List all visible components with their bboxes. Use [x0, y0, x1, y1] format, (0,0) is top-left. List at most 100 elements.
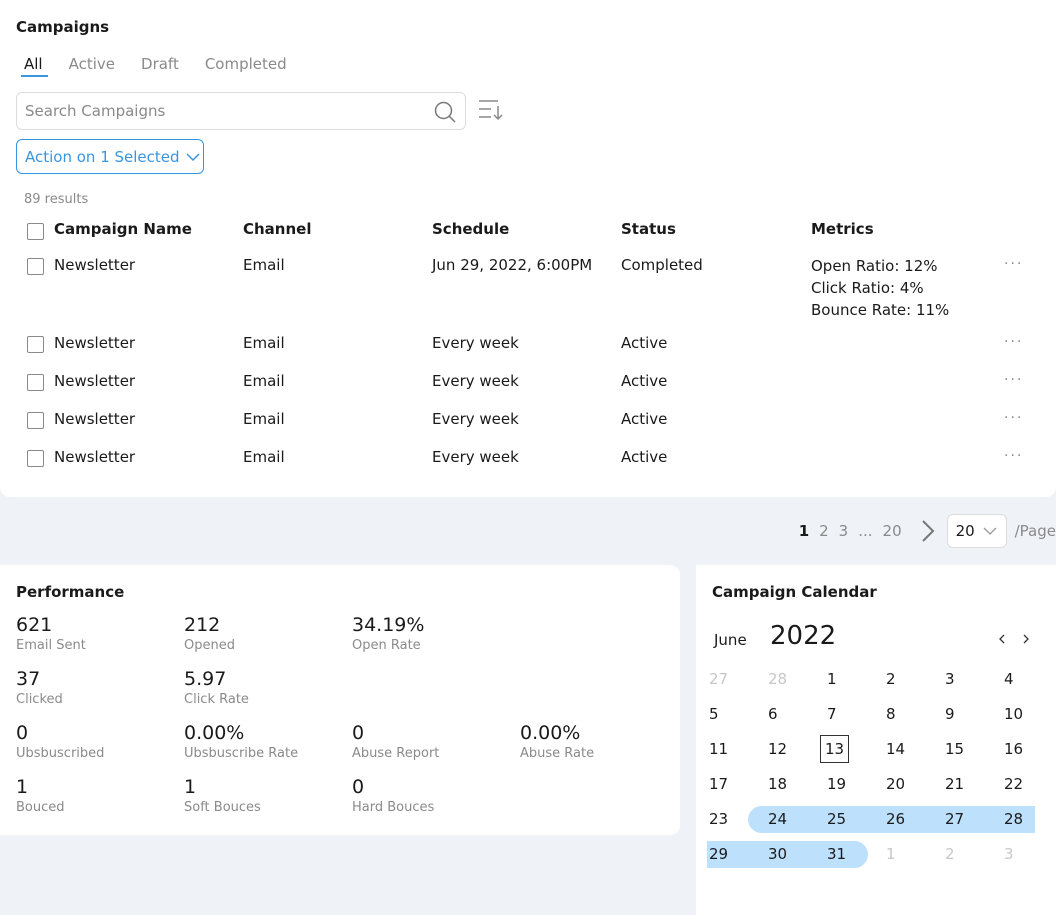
campaign-status: Active — [621, 448, 668, 466]
calendar-day[interactable]: 4 — [1004, 670, 1034, 688]
calendar-day[interactable]: 9 — [945, 705, 975, 723]
page-ellipsis[interactable]: ... — [858, 522, 872, 540]
select-all-checkbox[interactable] — [27, 223, 44, 240]
calendar-year[interactable]: 2022 — [770, 621, 836, 651]
calendar-day[interactable]: 28 — [1004, 810, 1034, 828]
header-channel[interactable]: Channel — [243, 220, 311, 238]
calendar-day[interactable]: 7 — [827, 705, 857, 723]
header-schedule[interactable]: Schedule — [432, 220, 509, 238]
bulk-action-dropdown[interactable]: Action on 1 Selected — [16, 139, 204, 174]
calendar-day[interactable]: 20 — [886, 775, 916, 793]
calendar-day[interactable]: 23 — [709, 810, 739, 828]
row-checkbox[interactable] — [27, 450, 44, 467]
campaigns-title: Campaigns — [16, 18, 110, 36]
prev-month-icon[interactable] — [996, 631, 1008, 647]
calendar-day[interactable]: 17 — [709, 775, 739, 793]
page-size-select[interactable]: 20 — [946, 514, 1007, 548]
calendar-day[interactable]: 14 — [886, 740, 916, 758]
page-3[interactable]: 3 — [839, 522, 849, 540]
campaign-channel: Email — [243, 256, 285, 274]
stat-label: Clicked — [16, 692, 63, 707]
calendar-day[interactable]: 6 — [768, 705, 798, 723]
tab-draft[interactable]: Draft — [135, 55, 185, 77]
more-options-icon[interactable]: ... — [1004, 252, 1023, 268]
calendar-day[interactable]: 10 — [1004, 705, 1034, 723]
calendar-day[interactable]: 18 — [768, 775, 798, 793]
page-1[interactable]: 1 — [799, 522, 809, 540]
calendar-day[interactable]: 11 — [709, 740, 739, 758]
stat-label: Open Rate — [352, 638, 421, 653]
performance-panel: Performance 621 Email Sent 212 Opened 34… — [0, 565, 680, 835]
calendar-day[interactable]: 31 — [827, 845, 857, 863]
stat-value: 5.97 — [184, 668, 227, 690]
stat-label: Opened — [184, 638, 235, 653]
table-header: Campaign Name Channel Schedule Status Me… — [24, 220, 1044, 244]
campaign-name[interactable]: Newsletter — [54, 256, 135, 274]
page-20[interactable]: 20 — [883, 522, 902, 540]
calendar-day[interactable]: 26 — [886, 810, 916, 828]
calendar-day[interactable]: 15 — [945, 740, 975, 758]
calendar-day[interactable]: 30 — [768, 845, 798, 863]
more-options-icon[interactable]: ... — [1004, 444, 1023, 460]
more-options-icon[interactable]: ... — [1004, 368, 1023, 384]
tab-all[interactable]: All — [16, 55, 49, 77]
stat-value: 0 — [352, 776, 365, 798]
calendar-day[interactable]: 5 — [709, 705, 739, 723]
header-status[interactable]: Status — [621, 220, 676, 238]
stat-label: Ubsbuscribe Rate — [184, 746, 299, 761]
search-icon[interactable] — [433, 100, 457, 124]
page-size-value: 20 — [955, 522, 975, 540]
stat-label: Email Sent — [16, 638, 86, 653]
tab-completed[interactable]: Completed — [199, 55, 293, 77]
sort-icon[interactable] — [478, 98, 504, 122]
calendar-day[interactable]: 27 — [709, 670, 739, 688]
row-checkbox[interactable] — [27, 258, 44, 275]
calendar-day[interactable]: 2 — [886, 670, 916, 688]
calendar-day[interactable]: 27 — [945, 810, 975, 828]
more-options-icon[interactable]: ... — [1004, 406, 1023, 422]
tab-active[interactable]: Active — [63, 55, 121, 77]
calendar-day[interactable]: 19 — [827, 775, 857, 793]
campaign-name[interactable]: Newsletter — [54, 334, 135, 352]
calendar-day[interactable]: 12 — [768, 740, 798, 758]
calendar-day[interactable]: 1 — [827, 670, 857, 688]
calendar-day[interactable]: 3 — [945, 670, 975, 688]
chevron-down-icon — [983, 527, 997, 535]
next-month-icon[interactable] — [1020, 631, 1032, 647]
stat-label: Abuse Report — [352, 746, 440, 761]
calendar-day[interactable]: 29 — [709, 845, 739, 863]
stat-value: 1 — [184, 776, 197, 798]
calendar-day[interactable]: 3 — [1004, 845, 1034, 863]
calendar-day[interactable]: 16 — [1004, 740, 1034, 758]
campaign-channel: Email — [243, 410, 285, 428]
calendar-day[interactable]: 1 — [886, 845, 916, 863]
calendar-month[interactable]: June — [714, 631, 747, 649]
next-page-icon[interactable] — [919, 519, 937, 543]
calendar-day[interactable]: 2 — [945, 845, 975, 863]
stat-soft-bounces: 1 Soft Bouces — [184, 775, 261, 817]
calendar-day[interactable]: 8 — [886, 705, 916, 723]
header-campaign-name[interactable]: Campaign Name — [54, 220, 192, 238]
more-options-icon[interactable]: ... — [1004, 330, 1023, 346]
row-checkbox[interactable] — [27, 374, 44, 391]
stat-value: 37 — [16, 668, 41, 690]
campaign-schedule: Every week — [432, 448, 519, 466]
campaign-status: Completed — [621, 256, 703, 274]
calendar-day[interactable]: 21 — [945, 775, 975, 793]
calendar-day[interactable]: 24 — [768, 810, 798, 828]
header-metrics[interactable]: Metrics — [811, 220, 874, 238]
calendar-day[interactable]: 22 — [1004, 775, 1034, 793]
search-input[interactable] — [17, 93, 417, 129]
campaign-name[interactable]: Newsletter — [54, 448, 135, 466]
calendar-day[interactable]: 25 — [827, 810, 857, 828]
row-checkbox[interactable] — [27, 336, 44, 353]
campaign-metrics: Open Ratio: 12% Click Ratio: 4% Bounce R… — [811, 255, 949, 321]
calendar-day[interactable]: 28 — [768, 670, 798, 688]
page-2[interactable]: 2 — [819, 522, 829, 540]
campaign-name[interactable]: Newsletter — [54, 410, 135, 428]
row-checkbox[interactable] — [27, 412, 44, 429]
bulk-action-label: Action on 1 Selected — [25, 147, 180, 166]
campaign-name[interactable]: Newsletter — [54, 372, 135, 390]
calendar-day-today[interactable]: 13 — [820, 735, 849, 763]
stat-unsubscribe-rate: 0.00% Ubsbuscribe Rate — [184, 721, 298, 763]
